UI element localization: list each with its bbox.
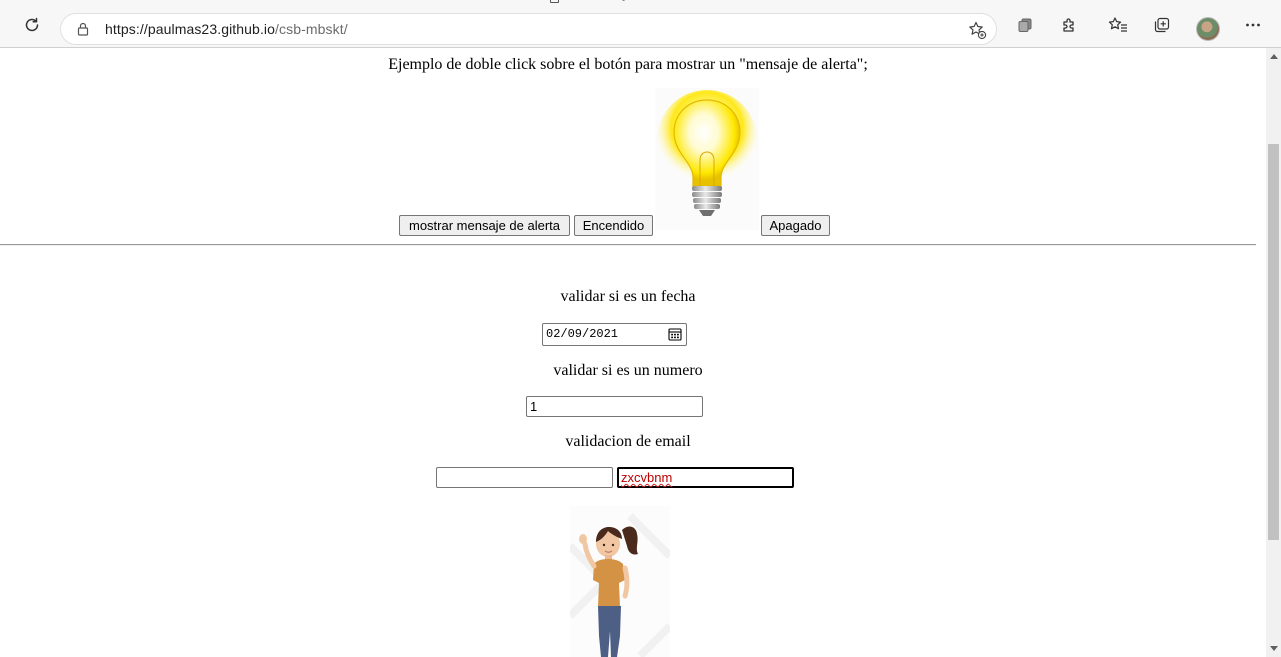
scrollbar-thumb[interactable] — [1268, 144, 1279, 540]
tab-page-icon — [550, 0, 559, 3]
lock-icon[interactable] — [77, 22, 89, 36]
extensions-button[interactable] — [1058, 14, 1080, 36]
turn-on-button[interactable]: Encendido — [574, 215, 653, 236]
show-alert-button[interactable]: mostrar mensaje de alerta — [399, 215, 570, 236]
more-menu-icon — [1246, 23, 1260, 27]
collections-icon — [1154, 17, 1170, 33]
tab-strip-remnant — [548, 0, 628, 4]
scroll-up-arrow-icon[interactable] — [1270, 54, 1278, 59]
horizontal-rule — [0, 244, 1256, 246]
url-host: https://paulmas23.github.io — [105, 21, 276, 37]
date-validation-label: validar si es un fecha — [560, 288, 696, 305]
collections-tab-icon — [1018, 18, 1032, 32]
page-content: Ejemplo de doble click sobre el botón pa… — [0, 48, 1266, 657]
lightbulb-image — [655, 88, 759, 230]
reload-button[interactable] — [21, 14, 43, 36]
collections-button[interactable] — [1151, 14, 1173, 36]
browser-toolbar: https://paulmas23.github.io/csb-mbskt/ — [0, 0, 1281, 48]
vertical-scrollbar[interactable] — [1266, 48, 1281, 657]
email-input-invalid[interactable]: zxcvbnm — [617, 467, 794, 488]
date-input[interactable]: 02/09/2021 — [542, 323, 687, 346]
number-input[interactable]: 1 — [526, 396, 703, 417]
calendar-icon[interactable] — [668, 327, 682, 341]
url-path: /csb-mbskt/ — [275, 21, 348, 37]
waving-girl-illustration — [570, 506, 670, 657]
date-value: 02/09/2021 — [546, 327, 619, 341]
reload-icon — [25, 17, 39, 32]
favorites-icon — [1108, 17, 1127, 32]
number-validation-label: validar si es un numero — [553, 362, 703, 379]
favorites-button[interactable] — [1107, 14, 1129, 36]
extensions-icon — [1063, 18, 1074, 32]
email-input[interactable] — [436, 467, 613, 488]
add-favorite-button[interactable] — [966, 19, 988, 41]
email-validation-label: validacion de email — [565, 433, 691, 450]
tab-dot — [622, 0, 625, 1]
more-menu-button[interactable] — [1242, 14, 1264, 36]
intro-text: Ejemplo de doble click sobre el botón pa… — [388, 56, 868, 73]
add-favorite-icon — [969, 21, 987, 40]
url-text[interactable]: https://paulmas23.github.io/csb-mbskt/ — [105, 21, 348, 37]
tab-actions-button[interactable] — [1014, 14, 1036, 36]
address-bar[interactable]: https://paulmas23.github.io/csb-mbskt/ — [60, 13, 997, 45]
profile-avatar[interactable] — [1196, 17, 1220, 41]
turn-off-button[interactable]: Apagado — [761, 215, 830, 236]
scroll-down-arrow-icon[interactable] — [1270, 646, 1278, 651]
